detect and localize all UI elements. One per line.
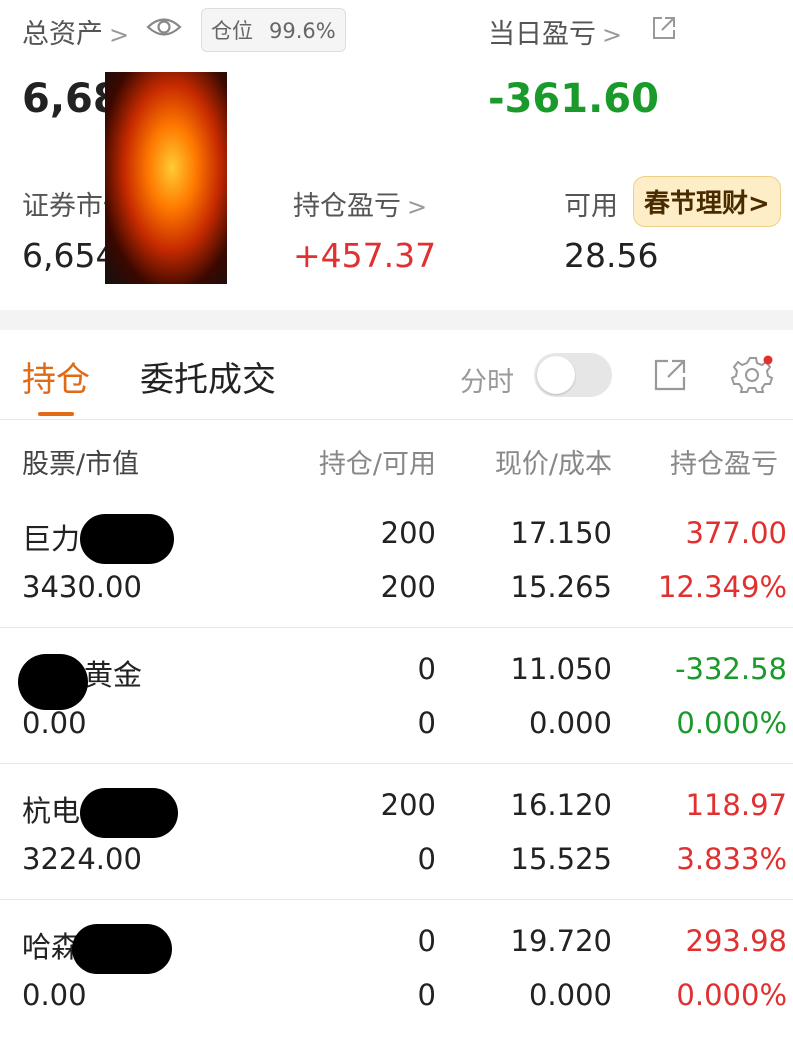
redaction-mark: [80, 788, 178, 838]
divider: [0, 419, 793, 420]
current-price: 17.150: [510, 516, 612, 550]
tab-holdings[interactable]: 持仓: [22, 352, 90, 401]
external-link-icon[interactable]: [650, 14, 678, 42]
section-divider: [0, 310, 793, 330]
tab-active-underline: [38, 412, 74, 416]
chevron-right-icon: >: [109, 21, 130, 49]
daily-pnl-label: 当日盈亏: [488, 19, 596, 50]
pnl-amount: 118.97: [685, 788, 787, 822]
redaction-mark: [18, 654, 88, 710]
holding-pnl-label: 持仓盈亏: [293, 191, 401, 222]
table-row[interactable]: 黄金 0.00 0 0 11.050 0.000 -332.58 0.000%: [0, 636, 793, 772]
header-pnl: 持仓盈亏: [670, 449, 778, 480]
promo-label: 春节理财: [644, 189, 749, 219]
share-icon[interactable]: [652, 357, 688, 393]
pnl-amount: -332.58: [675, 652, 787, 686]
toggle-knob: [537, 356, 575, 394]
stock-name: 巨力: [22, 522, 81, 556]
available-qty: 200: [380, 570, 436, 604]
current-price: 19.720: [510, 924, 612, 958]
current-price: 11.050: [510, 652, 612, 686]
redaction-mark: [80, 514, 174, 564]
pnl-percent: 0.000%: [676, 978, 787, 1012]
market-value: 0.00: [22, 978, 87, 1012]
position-ratio-badge: 仓位 99.6%: [201, 8, 346, 52]
row-divider: [0, 763, 793, 764]
header-position: 持仓/可用: [318, 449, 436, 480]
position-label: 仓位: [211, 19, 253, 43]
holding-pnl-label-group[interactable]: 持仓盈亏 >: [293, 184, 427, 223]
position-qty: 0: [417, 924, 436, 958]
row-divider: [0, 627, 793, 628]
cost-price: 0.000: [528, 978, 612, 1012]
pnl-amount: 377.00: [685, 516, 787, 550]
promo-button[interactable]: 春节理财>: [633, 176, 781, 227]
eye-icon[interactable]: [146, 12, 182, 42]
stock-name: 黄金: [84, 658, 143, 692]
settings-gear-icon[interactable]: [730, 354, 774, 394]
timeshare-label: 分时: [460, 367, 514, 398]
market-value-value: 6,654: [22, 236, 117, 275]
holding-pnl-value: +457.37: [293, 236, 437, 275]
header-stock: 股票/市值: [22, 449, 140, 480]
tab-orders[interactable]: 委托成交: [140, 352, 276, 401]
pnl-percent: 3.833%: [676, 842, 787, 876]
pnl-percent: 0.000%: [676, 706, 787, 740]
row-divider: [0, 899, 793, 900]
stock-name: 杭电: [22, 794, 81, 828]
chevron-right-icon: >: [407, 193, 428, 221]
timeshare-toggle[interactable]: [534, 353, 612, 397]
total-assets-label: 总资产: [22, 19, 103, 50]
table-row[interactable]: 巨力 3430.00 200 200 17.150 15.265 377.00 …: [0, 500, 793, 636]
chevron-right-icon: >: [602, 21, 623, 49]
available-qty: 0: [417, 978, 436, 1012]
cost-price: 15.525: [510, 842, 612, 876]
position-qty: 200: [380, 788, 436, 822]
pnl-percent: 12.349%: [657, 570, 787, 604]
position-value: 99.6%: [269, 19, 336, 43]
market-value: 3430.00: [22, 570, 142, 604]
available-label: 可用: [564, 191, 618, 222]
current-price: 16.120: [510, 788, 612, 822]
available-qty: 0: [417, 842, 436, 876]
available-qty: 0: [417, 706, 436, 740]
redaction-mark: [72, 924, 172, 974]
market-value: 3224.00: [22, 842, 142, 876]
pnl-amount: 293.98: [685, 924, 787, 958]
position-qty: 0: [417, 652, 436, 686]
cost-price: 0.000: [528, 706, 612, 740]
phoenix-sticker-image: [105, 72, 227, 284]
daily-pnl-label-group[interactable]: 当日盈亏 >: [488, 12, 622, 51]
chevron-right-icon: >: [748, 189, 770, 219]
available-value: 28.56: [564, 236, 659, 275]
total-assets-label-group[interactable]: 总资产 >: [22, 12, 129, 51]
daily-pnl-value: -361.60: [488, 76, 659, 122]
header-price: 现价/成本: [494, 449, 612, 480]
position-qty: 200: [380, 516, 436, 550]
cost-price: 15.265: [510, 570, 612, 604]
market-value: 0.00: [22, 706, 87, 740]
table-row[interactable]: 杭电 3224.00 200 0 16.120 15.525 118.97 3.…: [0, 772, 793, 908]
